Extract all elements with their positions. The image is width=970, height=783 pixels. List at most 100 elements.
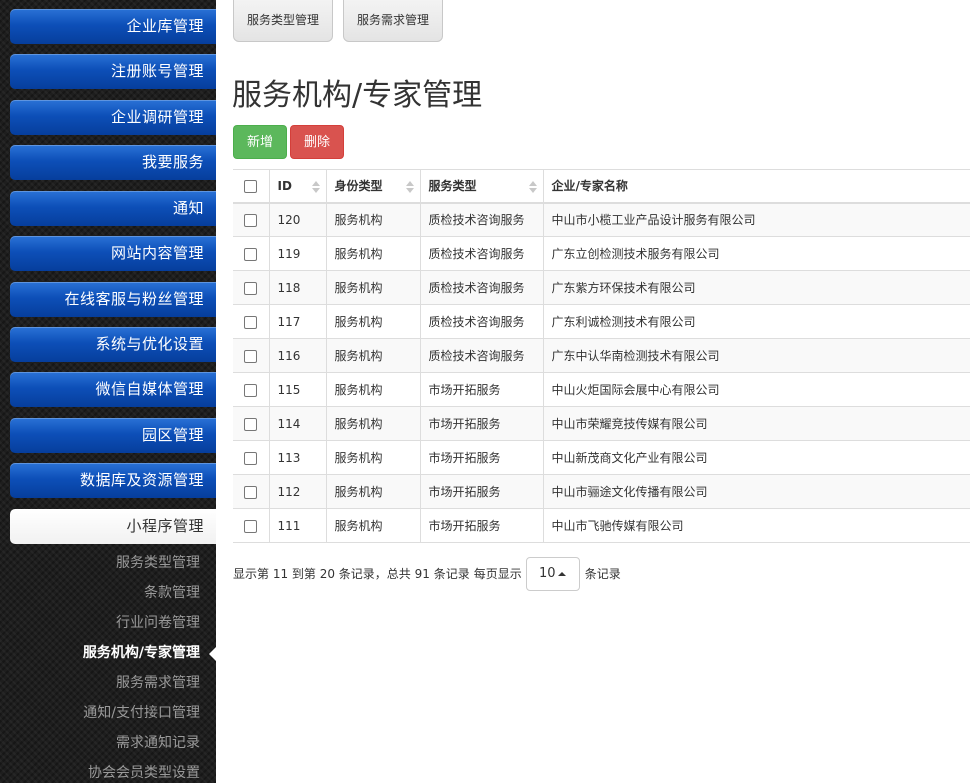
sidebar: 企业库管理 注册账号管理 企业调研管理 我要服务 通知 网站内容管理 在线客服与…	[0, 0, 216, 783]
menu-system-settings[interactable]: 系统与优化设置	[10, 327, 216, 362]
pagination-info: 显示第 11 到第 20 条记录，总共 91 条记录 每页显示 10 条记录	[233, 557, 621, 591]
cell-service-type: 市场开拓服务	[419, 474, 543, 509]
table-row[interactable]: 112 服务机构 市场开拓服务 中山市骊途文化传播有限公司	[233, 474, 970, 509]
cell-service-type: 质检技术咨询服务	[419, 338, 543, 373]
sort-icon[interactable]	[528, 181, 537, 193]
table-row[interactable]: 119 服务机构 质检技术咨询服务 广东立创检测技术服务有限公司	[233, 236, 970, 271]
table-row[interactable]: 118 服务机构 质检技术咨询服务 广东紫方环保技术有限公司	[233, 270, 970, 305]
cell-id: 117	[268, 304, 326, 339]
table-row[interactable]: 111 服务机构 市场开拓服务 中山市飞驰传媒有限公司	[233, 508, 970, 543]
cell-identity: 服务机构	[325, 202, 420, 237]
row-select-cell	[233, 339, 269, 373]
menu-park[interactable]: 园区管理	[10, 418, 216, 453]
per-page-suffix: 条记录	[584, 567, 621, 581]
menu-request-service[interactable]: 我要服务	[10, 145, 216, 180]
submenu-agency-expert[interactable]: 服务机构/专家管理	[10, 642, 200, 664]
active-indicator-arrow	[209, 647, 216, 661]
row-select-cell	[233, 237, 269, 271]
table-header-row: ID 身份类型 服务类型 企业/专家名称	[233, 169, 970, 203]
column-header-identity[interactable]: 身份类型	[325, 169, 420, 203]
row-checkbox[interactable]	[244, 383, 258, 397]
table-row[interactable]: 116 服务机构 质检技术咨询服务 广东中认华南检测技术有限公司	[233, 338, 970, 373]
cell-identity: 服务机构	[325, 406, 420, 441]
cell-name: 广东立创检测技术服务有限公司	[542, 236, 970, 271]
sort-icon[interactable]	[405, 181, 414, 193]
page-title: 服务机构/专家管理	[232, 78, 483, 113]
menu-wechat-media[interactable]: 微信自媒体管理	[10, 372, 216, 407]
row-checkbox[interactable]	[244, 213, 258, 227]
submenu-member-types[interactable]: 协会会员类型设置	[10, 762, 200, 783]
submenu-terms[interactable]: 条款管理	[10, 582, 200, 604]
submenu-service-demand[interactable]: 服务需求管理	[10, 672, 200, 694]
cell-identity: 服务机构	[325, 236, 420, 271]
row-checkbox[interactable]	[244, 315, 258, 329]
submenu-payment-api[interactable]: 通知/支付接口管理	[10, 702, 200, 724]
column-header-id[interactable]: ID	[268, 169, 326, 203]
menu-database-resources[interactable]: 数据库及资源管理	[10, 463, 216, 498]
submenu-industry-survey[interactable]: 行业问卷管理	[10, 612, 200, 634]
row-select-cell	[233, 509, 269, 543]
column-header-label: ID	[277, 178, 292, 193]
cell-name: 中山市小榄工业产品设计服务有限公司	[542, 202, 970, 237]
row-select-cell	[233, 203, 269, 237]
data-table: ID 身份类型 服务类型 企业/专家名称 120 服务机构 质检技术咨询服务 中山市小…	[233, 169, 970, 543]
cell-identity: 服务机构	[325, 474, 420, 509]
menu-online-service-fans[interactable]: 在线客服与粉丝管理	[10, 282, 216, 317]
row-select-cell	[233, 407, 269, 441]
row-checkbox[interactable]	[244, 281, 258, 295]
cell-service-type: 质检技术咨询服务	[419, 236, 543, 271]
table-row[interactable]: 113 服务机构 市场开拓服务 中山新茂商文化产业有限公司	[233, 440, 970, 475]
cell-identity: 服务机构	[325, 270, 420, 305]
page-size-dropdown[interactable]: 10	[525, 557, 580, 591]
menu-registered-accounts[interactable]: 注册账号管理	[10, 54, 216, 89]
cell-identity: 服务机构	[325, 372, 420, 407]
cell-id: 119	[268, 236, 326, 271]
select-all-checkbox[interactable]	[244, 179, 258, 193]
row-checkbox[interactable]	[244, 349, 258, 363]
row-checkbox[interactable]	[244, 485, 258, 499]
sort-icon[interactable]	[311, 181, 320, 193]
column-header-service-type[interactable]: 服务类型	[419, 169, 543, 203]
row-select-cell	[233, 305, 269, 339]
column-header-label: 服务类型	[428, 179, 477, 194]
cell-name: 中山市飞驰传媒有限公司	[542, 508, 970, 543]
column-header-label: 身份类型	[334, 179, 383, 194]
cell-service-type: 质检技术咨询服务	[419, 270, 543, 305]
table-row[interactable]: 114 服务机构 市场开拓服务 中山市荣耀竞技传媒有限公司	[233, 406, 970, 441]
cell-service-type: 质检技术咨询服务	[419, 304, 543, 339]
tab-service-types[interactable]: 服务类型管理	[233, 0, 333, 42]
row-select-cell	[233, 475, 269, 509]
cell-service-type: 市场开拓服务	[419, 440, 543, 475]
column-header-name: 企业/专家名称	[542, 169, 970, 203]
cell-id: 114	[268, 406, 326, 441]
row-checkbox[interactable]	[244, 417, 258, 431]
cell-service-type: 市场开拓服务	[419, 406, 543, 441]
table-row[interactable]: 117 服务机构 质检技术咨询服务 广东利诚检测技术有限公司	[233, 304, 970, 339]
submenu-demand-notify-log[interactable]: 需求通知记录	[10, 732, 200, 754]
cell-identity: 服务机构	[325, 440, 420, 475]
row-checkbox[interactable]	[244, 247, 258, 261]
add-button[interactable]: 新增	[233, 125, 287, 159]
pagination-summary: 显示第 11 到第 20 条记录，总共 91 条记录	[233, 567, 470, 581]
row-select-cell	[233, 373, 269, 407]
menu-enterprise-survey[interactable]: 企业调研管理	[10, 100, 216, 135]
table-row[interactable]: 120 服务机构 质检技术咨询服务 中山市小榄工业产品设计服务有限公司	[233, 202, 970, 237]
cell-id: 113	[268, 440, 326, 475]
row-checkbox[interactable]	[244, 451, 258, 465]
submenu-service-types[interactable]: 服务类型管理	[10, 552, 200, 574]
menu-site-content[interactable]: 网站内容管理	[10, 236, 216, 271]
menu-enterprise-library[interactable]: 企业库管理	[10, 9, 216, 44]
row-checkbox[interactable]	[244, 519, 258, 533]
select-all-cell	[233, 170, 269, 203]
menu-notifications[interactable]: 通知	[10, 191, 216, 226]
cell-id: 111	[268, 508, 326, 543]
menu-mini-program[interactable]: 小程序管理	[10, 509, 216, 544]
cell-name: 中山新茂商文化产业有限公司	[542, 440, 970, 475]
table-row[interactable]: 115 服务机构 市场开拓服务 中山火炬国际会展中心有限公司	[233, 372, 970, 407]
page-size-value: 10	[538, 566, 556, 581]
tab-service-demand[interactable]: 服务需求管理	[343, 0, 443, 42]
delete-button[interactable]: 删除	[290, 125, 344, 159]
cell-service-type: 市场开拓服务	[419, 372, 543, 407]
cell-name: 中山市骊途文化传播有限公司	[542, 474, 970, 509]
per-page-prefix: 每页显示	[473, 567, 522, 581]
